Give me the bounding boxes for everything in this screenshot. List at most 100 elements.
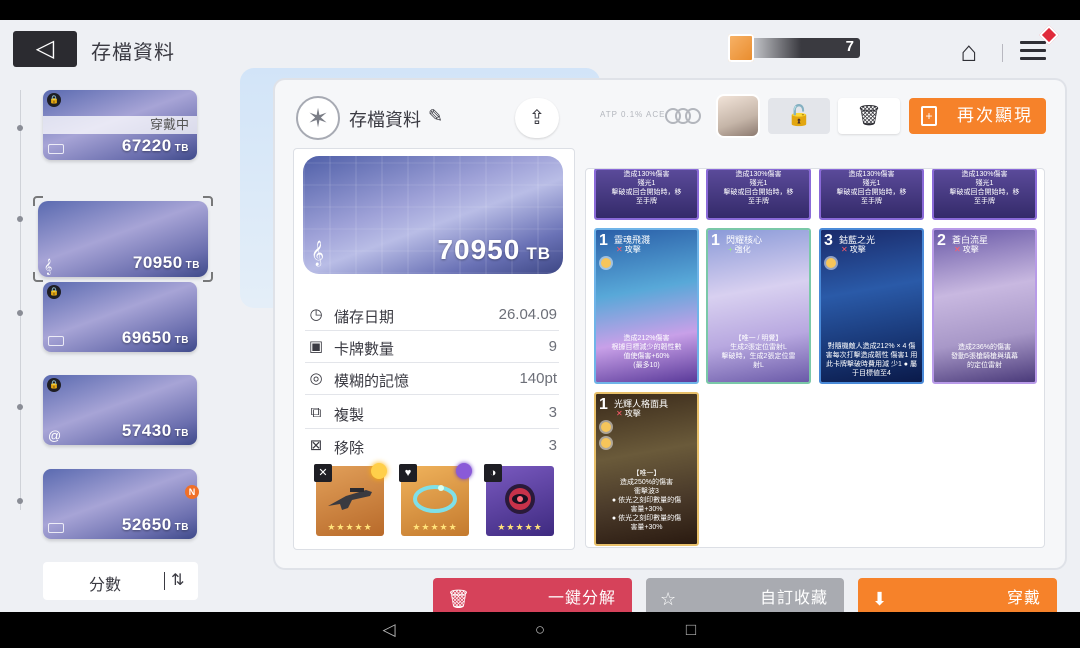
star-emblem-icon [296, 96, 340, 140]
card-desc: 對隨機敵人造成212% × 4 傷害每次打擊造成韌性 傷害1 用此卡牌擊破時費用… [825, 343, 918, 377]
nav-recent-icon[interactable]: □ [681, 620, 701, 640]
sort-order-icon[interactable]: ⇅ [171, 570, 184, 590]
save-slot[interactable]: 🔒 69650 TB [43, 282, 197, 352]
chip-icon [48, 144, 64, 154]
info-label: 模糊的記憶 [334, 373, 410, 390]
card-tile[interactable]: 造成130%傷害 殘光1 擊破或回合開始時，移 至手牌 [706, 169, 811, 220]
new-badge: N [185, 485, 199, 499]
delete-button[interactable]: 🗑 [838, 98, 900, 134]
trash-icon: 🗑 [447, 589, 470, 609]
info-value: 3 [548, 404, 557, 421]
info-row-memory: ◎ 模糊的記憶 140pt [305, 365, 559, 395]
save-slot[interactable]: 🔒 穿戴中 67220 TB [43, 90, 197, 160]
equipment-core[interactable]: ◑ ★★★★★ [484, 464, 554, 536]
card-cost: 3 [824, 232, 833, 249]
card-tile[interactable]: 1 光輝人格面具 ✕ 攻擊 【唯一】 造成250%的傷害 衝擊波3 ● 依光之刻印… [594, 392, 699, 546]
chip-icon [48, 523, 64, 533]
ticket-icon [728, 34, 754, 62]
currency-counter[interactable]: 7 [728, 34, 860, 62]
card-cost: 1 [711, 232, 720, 249]
card-desc: 【唯一 / 明覺】 生成2張定位雷射L 擊破時，生成2張定位雷 射L [721, 335, 796, 369]
card-tile[interactable]: 1 閃耀核心 + 強化 【唯一 / 明覺】 生成2張定位雷射L 擊破時，生成2張定… [706, 228, 811, 384]
reshow-icon: + [921, 106, 937, 126]
card-type: ✕ 攻擊 [616, 245, 641, 254]
equip-button[interactable]: ⬇ 穿戴 [858, 578, 1057, 612]
card-type: ✕ 攻擊 [616, 409, 641, 418]
disk-capacity: 70950 TB [437, 234, 551, 265]
slot-capacity: 69650 TB [121, 328, 189, 347]
slot-dot [17, 498, 23, 504]
dismantle-button[interactable]: 🗑 一鍵分解 [433, 578, 632, 612]
share-icon: ⇪ [528, 107, 546, 129]
card-gem-icon [601, 422, 611, 432]
rifle-icon [328, 488, 372, 510]
slot-capacity: 52650 TB [121, 515, 189, 534]
unlock-icon: 🔓 [786, 105, 812, 127]
system-nav-bar: ◁ ○ □ [0, 612, 1080, 648]
info-value: 140pt [519, 370, 557, 387]
character-avatar[interactable] [718, 96, 758, 136]
equipped-note: 穿戴中 [43, 116, 197, 134]
card-desc: 造成130%傷害 殘光1 擊破或回合開始時，移 至手牌 [949, 171, 1020, 205]
slot-capacity: 67220 TB [121, 136, 189, 155]
equipment-accessory[interactable]: ♥ ★★★★★ [399, 463, 472, 536]
save-slot[interactable]: 52650 TB [43, 469, 197, 539]
game-screen: ◁ 存檔資料 7 ⌂ 🔒 穿戴中 67220 TB 𝄞 70950 TB 🔒 696… [0, 20, 1080, 612]
reshow-label: 再次顯現 [957, 106, 1033, 125]
custom-favorite-button[interactable]: ☆ 自訂收藏 [646, 578, 844, 612]
info-row-card-count: ▣ 卡牌數量 9 [305, 333, 559, 363]
card-tile[interactable]: 3 鈷藍之光 ✕ 攻擊 對隨機敵人造成212% × 4 傷害每次打擊造成韌性 傷害… [819, 228, 924, 384]
card-desc: 造成130%傷害 殘光1 擊破或回合開始時，移 至手牌 [611, 171, 682, 205]
info-label: 卡牌數量 [334, 341, 395, 358]
clock-icon: ◷ [309, 306, 323, 323]
card-tile[interactable]: 2 蒼白流星 ✕ 攻擊 造成236%的傷害 發動5張槍騎槍與填幕 的定位雷射 [932, 228, 1037, 384]
info-label: 複製 [334, 407, 365, 424]
info-row-date: ◷ 儲存日期 26.04.09 [305, 301, 559, 331]
card-grid: 造成130%傷害 殘光1 擊破或回合開始時，移 至手牌 造成130%傷害 殘光1… [585, 168, 1045, 548]
slot-list-track [20, 90, 21, 510]
ring-band-icon [413, 485, 457, 513]
currency-value: 7 [845, 38, 854, 55]
sort-label: 分數 [89, 577, 122, 594]
card-icon: ▣ [308, 338, 324, 355]
lock-button[interactable]: 🔓 [768, 98, 830, 134]
card-tile[interactable]: 造成130%傷害 殘光1 擊破或回合開始時，移 至手牌 [932, 169, 1037, 220]
brain-icon: ◎ [309, 370, 323, 387]
home-icon[interactable]: ⌂ [952, 36, 986, 68]
card-gem-icon [601, 438, 611, 448]
slot-capacity: 57430 TB [121, 421, 189, 440]
rarity-stars: ★★★★★ [412, 522, 458, 532]
card-tile[interactable]: 1 靈魂飛濺 ✕ 攻擊 造成212%傷害 根據目標減少的韌性數 值使傷害+60% … [594, 228, 699, 384]
sort-control[interactable]: 分數 ⇅ [43, 562, 198, 600]
card-tile[interactable]: 造成130%傷害 殘光1 擊破或回合開始時，移 至手牌 [819, 169, 924, 220]
card-type: ✕ 攻擊 [954, 245, 979, 254]
card-tile[interactable]: 造成130%傷害 殘光1 擊破或回合開始時，移 至手牌 [594, 169, 699, 220]
trash-icon: 🗑 [856, 105, 882, 127]
nav-home-icon[interactable]: ○ [530, 620, 550, 640]
nav-back-icon[interactable]: ◁ [379, 620, 399, 640]
back-button[interactable]: ◁ [13, 31, 77, 67]
edit-icon[interactable]: ✎ [428, 106, 443, 127]
save-slot-selected[interactable]: 𝄞 70950 TB [38, 201, 208, 277]
card-desc: 【唯一】 造成250%的傷害 衝擊波3 ● 依光之刻印數量的傷 害量+30% ●… [611, 470, 682, 531]
spiral-badge-icon [456, 463, 472, 479]
info-value: 9 [548, 338, 557, 355]
save-slot[interactable]: 🔒 @ 57430 TB [43, 375, 197, 445]
equip-label: 穿戴 [1006, 590, 1041, 607]
card-desc: 造成130%傷害 殘光1 擊破或回合開始時，移 至手牌 [836, 171, 907, 205]
card-desc: 造成212%傷害 根據目標減少的韌性數 值使傷害+60% (最多10) [611, 335, 682, 369]
info-value: 26.04.09 [498, 306, 557, 323]
reshow-button[interactable]: + 再次顯現 [909, 98, 1046, 134]
slot-dot [17, 125, 23, 131]
favorite-label: 自訂收藏 [759, 590, 828, 607]
share-button[interactable]: ⇪ [515, 98, 559, 138]
menu-icon[interactable] [1020, 25, 1059, 66]
clef-icon: 𝄞 [311, 240, 325, 265]
sun-badge-icon [371, 463, 387, 479]
rarity-stars: ★★★★★ [497, 522, 543, 532]
card-cost: 1 [599, 396, 608, 413]
save-disk-art: 𝄞 70950 TB [303, 156, 563, 274]
info-label: 儲存日期 [334, 309, 395, 326]
equip-icon: ⬇ [872, 589, 888, 609]
equipment-weapon[interactable]: ✕ ★★★★★ [314, 463, 387, 536]
